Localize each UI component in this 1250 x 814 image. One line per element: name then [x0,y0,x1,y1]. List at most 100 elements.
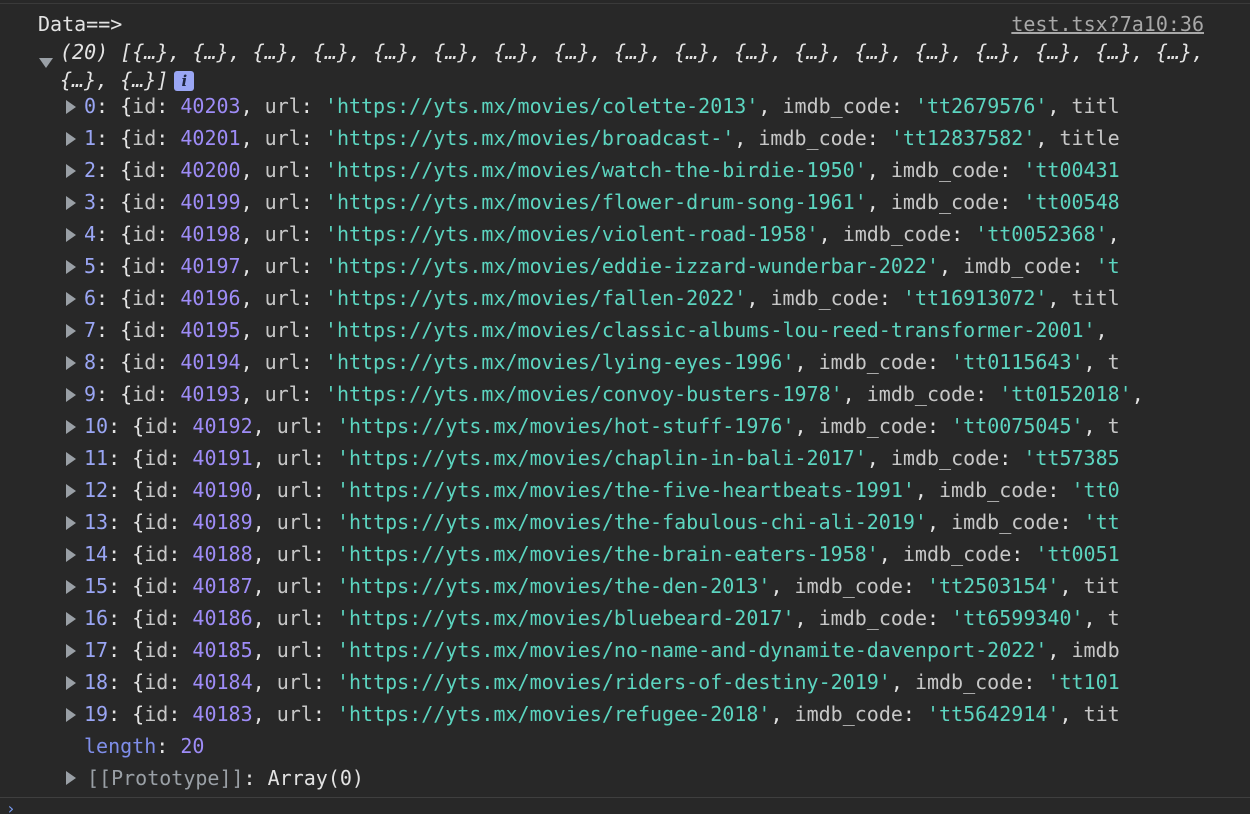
array-item-row[interactable]: 12: {id: 40190, url: 'https://yts.mx/mov… [0,474,1218,506]
punctuation: , [734,126,759,150]
punctuation: : [156,190,181,214]
item-url: https://yts.mx/movies/hot-stuff-1976 [348,414,783,438]
quote: ' [914,510,927,534]
prop-key-id: id [144,414,169,438]
punctuation: : { [96,126,133,150]
quote: ' [951,606,964,630]
expand-triangle-icon[interactable] [66,644,76,658]
array-item-row[interactable]: 8: {id: 40194, url: 'https://yts.mx/movi… [0,346,1218,378]
quote: ' [1083,510,1096,534]
array-item-row[interactable]: 14: {id: 40188, url: 'https://yts.mx/mov… [0,538,1218,570]
expand-triangle-icon[interactable] [66,612,76,626]
item-id: 40191 [192,446,253,470]
expand-triangle-icon[interactable] [66,420,76,434]
array-item-row[interactable]: 10: {id: 40192, url: 'https://yts.mx/mov… [0,410,1218,442]
punctuation: , [252,478,277,502]
item-id: 40200 [180,158,241,182]
expand-triangle-icon[interactable] [66,356,76,370]
quote: ' [1071,478,1084,502]
item-id: 40195 [180,318,241,342]
item-imdb-code: tt2679576 [927,94,1036,118]
punctuation: : { [108,510,145,534]
array-summary[interactable]: (20) [{…}, {…}, {…}, {…}, {…}, {…}, {…},… [60,38,1230,94]
prototype-property[interactable]: [[Prototype]]: Array(0) [0,762,364,794]
item-url: https://yts.mx/movies/the-den-2013 [348,574,759,598]
expand-triangle-icon[interactable] [66,676,76,690]
prop-key-id: id [132,158,157,182]
array-item-row[interactable]: 3: {id: 40199, url: 'https://yts.mx/movi… [0,186,1218,218]
expand-triangle-icon[interactable] [66,228,76,242]
prop-key-url: url [264,286,301,310]
punctuation: , [1059,702,1084,726]
chevron-right-icon[interactable]: › [6,801,16,814]
expand-triangle-icon[interactable] [66,771,76,785]
prop-key-imdb: imdb_code [794,702,903,726]
expand-triangle-icon[interactable] [66,580,76,594]
prop-key-id: id [144,606,169,630]
item-url: https://yts.mx/movies/chaplin-in-bali-20… [348,446,855,470]
expand-triangle-icon[interactable] [66,132,76,146]
array-item-row[interactable]: 11: {id: 40191, url: 'https://yts.mx/mov… [0,442,1218,474]
expand-triangle-icon[interactable] [66,324,76,338]
punctuation: : [312,478,337,502]
punctuation: : { [108,446,145,470]
array-item-row[interactable]: 7: {id: 40195, url: 'https://yts.mx/movi… [0,314,1218,346]
item-index: 0 [84,94,97,118]
info-icon[interactable]: i [174,71,195,91]
punctuation: : [1059,510,1084,534]
array-item-row[interactable]: 15: {id: 40187, url: 'https://yts.mx/mov… [0,570,1218,602]
punctuation: , [866,190,891,214]
punctuation: : [999,158,1024,182]
array-item-row[interactable]: 13: {id: 40189, url: 'https://yts.mx/mov… [0,506,1218,538]
array-item-row[interactable]: 1: {id: 40201, url: 'https://yts.mx/movi… [0,122,1218,154]
quote: ' [336,702,349,726]
collapse-triangle-icon[interactable] [39,58,53,68]
quote: ' [324,126,337,150]
prop-key-imdb: imdb_code [914,670,1024,694]
expand-triangle-icon[interactable] [66,548,76,562]
array-item-row[interactable]: 4: {id: 40198, url: 'https://yts.mx/movi… [0,218,1218,250]
array-item-row[interactable]: 16: {id: 40186, url: 'https://yts.mx/mov… [0,602,1218,634]
expand-triangle-icon[interactable] [66,292,76,306]
punctuation: : { [96,254,133,278]
expand-triangle-icon[interactable] [66,164,76,178]
item-url: https://yts.mx/movies/refugee-2018 [348,702,759,726]
expand-triangle-icon[interactable] [66,452,76,466]
expand-triangle-icon[interactable] [66,484,76,498]
expand-triangle-icon[interactable] [66,516,76,530]
item-id: 40187 [192,574,253,598]
expand-triangle-icon[interactable] [66,196,76,210]
prop-key-url: url [264,318,301,342]
punctuation: , [926,510,952,534]
expand-triangle-icon[interactable] [66,708,76,722]
prop-key-url: url [276,446,313,470]
item-id: 40196 [180,286,241,310]
array-item-row[interactable]: 9: {id: 40193, url: 'https://yts.mx/movi… [0,378,1218,410]
array-item-row[interactable]: 2: {id: 40200, url: 'https://yts.mx/movi… [0,154,1218,186]
expand-triangle-icon[interactable] [66,388,76,402]
array-item-row[interactable]: 17: {id: 40185, url: 'https://yts.mx/mov… [0,634,1218,666]
prop-key-url: url [264,254,301,278]
punctuation: : [300,286,325,310]
punctuation: , [1059,574,1084,598]
quote: ' [902,286,915,310]
punctuation: : [156,350,181,374]
item-url: https://yts.mx/movies/flower-drum-song-1… [336,190,855,214]
prop-key-id: id [144,638,169,662]
prop-key-imdb: imdb_code [939,478,1048,502]
prop-key-imdb: imdb_code [818,350,927,374]
quote: ' [324,190,337,214]
quote: ' [854,446,867,470]
punctuation: : [300,254,325,278]
source-link[interactable]: test.tsx?7a10:36 [1011,10,1204,38]
quote: ' [324,350,337,374]
array-item-row[interactable]: 19: {id: 40183, url: 'https://yts.mx/mov… [0,698,1218,730]
array-item-row[interactable]: 6: {id: 40196, url: 'https://yts.mx/movi… [0,282,1218,314]
expand-triangle-icon[interactable] [66,260,76,274]
expand-triangle-icon[interactable] [66,100,76,114]
array-item-row[interactable]: 5: {id: 40197, url: 'https://yts.mx/movi… [0,250,1218,282]
prop-key-truncated: titl [1071,286,1120,310]
punctuation: , [818,222,843,246]
array-item-row[interactable]: 18: {id: 40184, url: 'https://yts.mx/mov… [0,666,1218,698]
array-item-row[interactable]: 0: {id: 40203, url: 'https://yts.mx/movi… [0,90,1218,122]
